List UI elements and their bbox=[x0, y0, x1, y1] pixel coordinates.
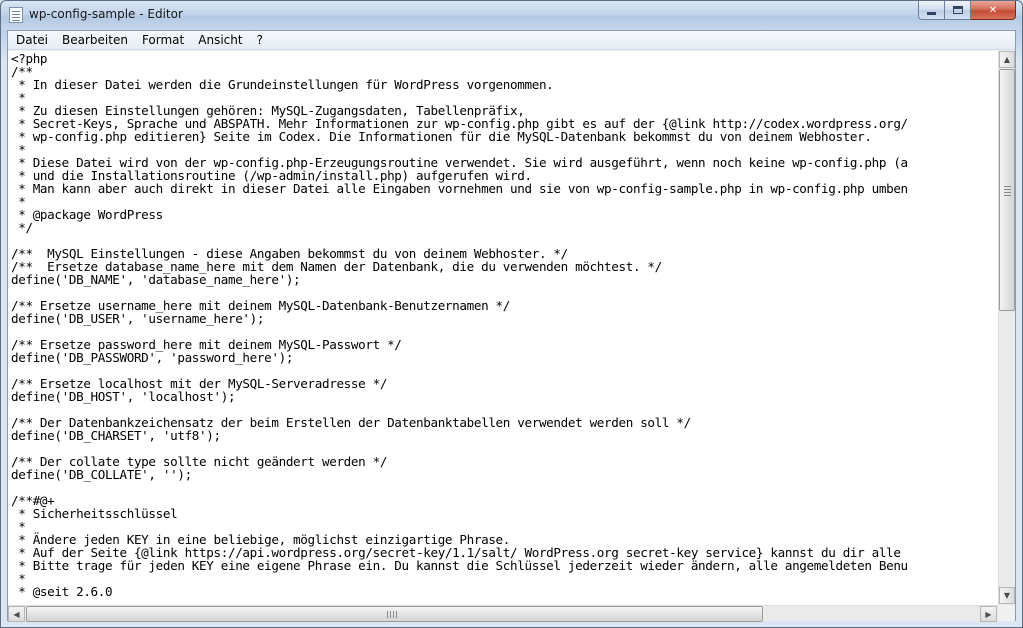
grip-line bbox=[1004, 192, 1011, 193]
grip-line bbox=[1004, 186, 1011, 187]
editor-window: wp-config-sample - Editor ✕ Datei Bearbe… bbox=[0, 0, 1023, 628]
code-line: define('DB_COLLATE', ''); bbox=[11, 467, 192, 482]
arrow-left-icon: ◀ bbox=[13, 609, 20, 619]
grip-line bbox=[1004, 195, 1011, 196]
grip-line bbox=[387, 611, 388, 618]
close-button[interactable]: ✕ bbox=[971, 1, 1016, 20]
code-line: * Bitte trage für jeden KEY eine eigene … bbox=[11, 558, 908, 573]
caption-buttons: ✕ bbox=[918, 1, 1016, 20]
arrow-up-icon: ▲ bbox=[1003, 55, 1011, 64]
code-line: define('DB_HOST', 'localhost'); bbox=[11, 389, 236, 404]
text-editor-area[interactable]: <?php/** * In dieser Datei werden die Gr… bbox=[8, 51, 998, 605]
grip-line bbox=[393, 611, 394, 618]
window-title: wp-config-sample - Editor bbox=[29, 7, 183, 21]
title-bar[interactable]: wp-config-sample - Editor ✕ bbox=[1, 1, 1022, 30]
arrow-right-icon: ▶ bbox=[985, 609, 992, 619]
code-line: define('DB_USER', 'username_here'); bbox=[11, 311, 265, 326]
grip-line bbox=[390, 611, 391, 618]
scroll-down-button[interactable]: ▼ bbox=[999, 587, 1015, 604]
scroll-up-button[interactable]: ▲ bbox=[999, 51, 1015, 68]
notepad-icon[interactable] bbox=[9, 7, 23, 23]
horizontal-scroll-thumb[interactable] bbox=[26, 606, 763, 622]
menu-datei[interactable]: Datei bbox=[9, 31, 55, 50]
grip-line bbox=[396, 611, 397, 618]
menu-help[interactable]: ? bbox=[250, 31, 270, 50]
menu-ansicht[interactable]: Ansicht bbox=[191, 31, 249, 50]
minimize-button[interactable] bbox=[918, 1, 945, 20]
grip-line bbox=[1004, 189, 1011, 190]
menu-format[interactable]: Format bbox=[135, 31, 191, 50]
horizontal-scrollbar[interactable]: ◀ ▶ bbox=[8, 605, 998, 622]
code-line: * In dieser Datei werden die Grundeinste… bbox=[11, 77, 554, 92]
vertical-scroll-thumb[interactable] bbox=[999, 69, 1015, 311]
maximize-button[interactable] bbox=[945, 1, 971, 20]
code-line: define('DB_NAME', 'database_name_here'); bbox=[11, 272, 301, 287]
maximize-icon bbox=[952, 6, 963, 14]
code-line: * @package WordPress bbox=[11, 207, 163, 222]
menu-bar: Datei Bearbeiten Format Ansicht ? bbox=[8, 31, 1015, 50]
code-line: * Man kann aber auch direkt in dieser Da… bbox=[11, 181, 908, 196]
scrollbar-corner bbox=[998, 605, 1015, 621]
code-line: define('DB_PASSWORD', 'password_here'); bbox=[11, 350, 294, 365]
code-line: */ bbox=[11, 220, 33, 235]
menu-bearbeiten[interactable]: Bearbeiten bbox=[55, 31, 135, 50]
client-area: Datei Bearbeiten Format Ansicht ? <?php /… bbox=[7, 30, 1016, 622]
arrow-down-icon: ▼ bbox=[1003, 591, 1011, 600]
vertical-scrollbar[interactable]: ▲ ▼ bbox=[998, 51, 1015, 605]
code-line: * wp-config.php editieren} Seite im Code… bbox=[11, 129, 872, 144]
scroll-right-button[interactable]: ▶ bbox=[980, 606, 997, 622]
minimize-icon bbox=[927, 11, 936, 15]
close-icon: ✕ bbox=[988, 4, 998, 16]
scroll-left-button[interactable]: ◀ bbox=[8, 606, 25, 622]
code-line: define('DB_CHARSET', 'utf8'); bbox=[11, 428, 221, 443]
code-line: * @seit 2.6.0 bbox=[11, 584, 113, 599]
code-line: * Sicherheitsschlüssel bbox=[11, 506, 178, 521]
